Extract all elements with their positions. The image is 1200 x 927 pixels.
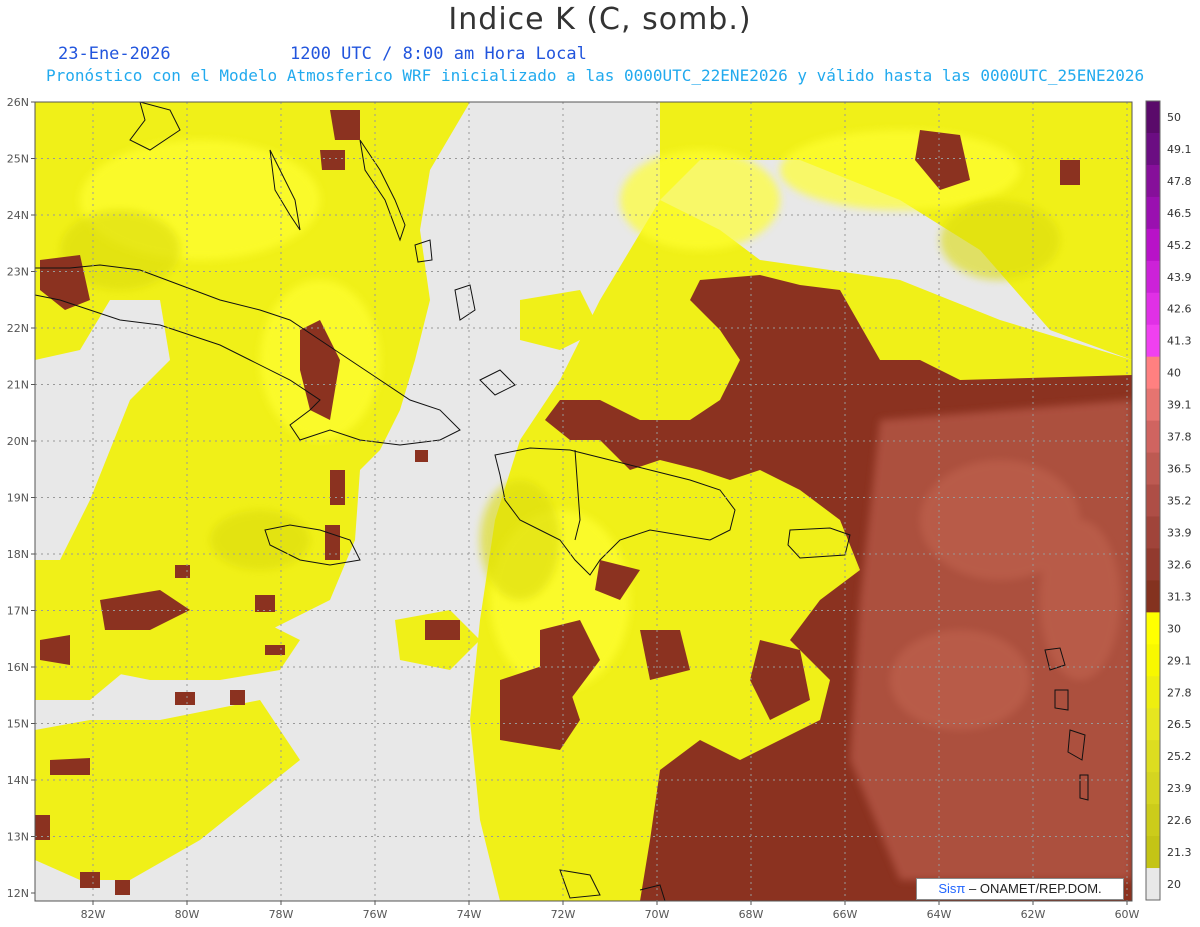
colorbar-label: 49.1 xyxy=(1167,143,1192,156)
colorbar-label: 50 xyxy=(1167,111,1181,124)
brand-label: Sisπ xyxy=(938,881,966,896)
colorbar-swatch xyxy=(1146,740,1160,773)
lat-tick-label: 17N xyxy=(7,605,29,618)
colorbar-label: 33.9 xyxy=(1167,526,1192,539)
lon-tick-label: 72W xyxy=(551,908,576,921)
lon-tick-label: 66W xyxy=(833,908,858,921)
colorbar-label: 43.9 xyxy=(1167,271,1192,284)
lat-tick-label: 14N xyxy=(7,774,29,787)
colorbar-label: 35.2 xyxy=(1167,495,1192,508)
lon-tick-label: 76W xyxy=(363,908,388,921)
colorbar-swatch xyxy=(1146,452,1160,486)
colorbar-label: 21.3 xyxy=(1167,846,1192,859)
colorbar-label: 37.8 xyxy=(1167,431,1192,444)
colorbar-swatch xyxy=(1146,101,1160,134)
colorbar-label: 46.5 xyxy=(1167,207,1192,220)
colorbar-label: 31.3 xyxy=(1167,590,1192,603)
colorbar-label: 41.3 xyxy=(1167,335,1192,348)
lon-tick-label: 68W xyxy=(739,908,764,921)
colorbar: 50 49.1 47.8 46.5 45.2 43.9 42.6 41.3 40 39.1 37.8… xyxy=(1145,100,1192,901)
lat-tick-label: 16N xyxy=(7,661,29,674)
colorbar-swatch xyxy=(1146,868,1160,901)
colorbar-label: 32.6 xyxy=(1167,558,1192,571)
colorbar-swatch xyxy=(1146,484,1160,517)
colorbar-label: 20 xyxy=(1167,878,1181,891)
lat-tick-label: 19N xyxy=(7,492,29,505)
agency-label: – ONAMET/REP.DOM. xyxy=(968,881,1102,896)
lon-tick-label: 64W xyxy=(927,908,952,921)
colorbar-label: 40 xyxy=(1167,367,1181,380)
colorbar-swatch xyxy=(1146,356,1160,390)
colorbar-label: 39.1 xyxy=(1167,399,1192,412)
colorbar-swatch xyxy=(1146,292,1160,326)
colorbar-swatch xyxy=(1146,836,1160,869)
lon-tick-label: 60W xyxy=(1115,908,1140,921)
colorbar-label: 29.1 xyxy=(1167,654,1192,667)
lat-tick-label: 20N xyxy=(7,435,29,448)
colorbar-swatch xyxy=(1146,644,1160,677)
lon-tick-label: 78W xyxy=(269,908,294,921)
colorbar-swatch xyxy=(1146,612,1160,645)
lat-tick-label: 22N xyxy=(7,322,29,335)
colorbar-swatch xyxy=(1146,196,1160,230)
lat-tick-label: 23N xyxy=(7,266,29,279)
lon-tick-label: 80W xyxy=(175,908,200,921)
colorbar-label: 36.5 xyxy=(1167,463,1192,476)
colorbar-swatch xyxy=(1146,388,1160,422)
colorbar-label: 23.9 xyxy=(1167,782,1192,795)
lat-tick-label: 24N xyxy=(7,209,29,222)
lon-tick-label: 70W xyxy=(645,908,670,921)
colorbar-swatch xyxy=(1146,516,1160,549)
colorbar-swatch xyxy=(1146,804,1160,837)
lat-tick-label: 25N xyxy=(7,153,29,166)
lat-tick-label: 26N xyxy=(7,96,29,109)
colorbar-swatch xyxy=(1146,580,1160,613)
colorbar-swatch xyxy=(1146,132,1160,166)
colorbar-swatch xyxy=(1146,548,1160,581)
lat-tick-label: 13N xyxy=(7,831,29,844)
colorbar-swatch xyxy=(1146,164,1160,198)
latitude-axis: 26N 25N 24N 23N 22N 21N 20N 19N 18N 17N 16N 15N 14N 1… xyxy=(7,96,35,900)
colorbar-label: 42.6 xyxy=(1167,303,1192,316)
colorbar-label: 30 xyxy=(1167,622,1181,635)
colorbar-swatch xyxy=(1146,420,1160,454)
colorbar-swatch xyxy=(1146,708,1160,741)
colorbar-label: 47.8 xyxy=(1167,175,1192,188)
colorbar-label: 26.5 xyxy=(1167,718,1192,731)
lat-tick-label: 12N xyxy=(7,887,29,900)
credit-box: Sisπ – ONAMET/REP.DOM. xyxy=(916,878,1124,900)
longitude-axis: 82W 80W 78W 76W 74W 72W 70W 68W 66W 64W 62W 60W xyxy=(81,901,1140,921)
colorbar-swatch xyxy=(1146,324,1160,358)
lon-tick-label: 74W xyxy=(457,908,482,921)
lat-tick-label: 18N xyxy=(7,548,29,561)
colorbar-swatch xyxy=(1146,772,1160,805)
colorbar-swatch xyxy=(1146,260,1160,294)
lon-tick-label: 82W xyxy=(81,908,106,921)
lat-tick-label: 15N xyxy=(7,718,29,731)
colorbar-label: 25.2 xyxy=(1167,750,1192,763)
colorbar-label: 45.2 xyxy=(1167,239,1192,252)
colorbar-label: 27.8 xyxy=(1167,686,1192,699)
colorbar-swatch xyxy=(1146,228,1160,262)
colorbar-swatch xyxy=(1146,676,1160,709)
lon-tick-label: 62W xyxy=(1021,908,1046,921)
colorbar-label: 22.6 xyxy=(1167,814,1192,827)
k-index-map: 82W 80W 78W 76W 74W 72W 70W 68W 66W 64W 62W 60W 26N… xyxy=(7,96,1192,921)
lat-tick-label: 21N xyxy=(7,379,29,392)
